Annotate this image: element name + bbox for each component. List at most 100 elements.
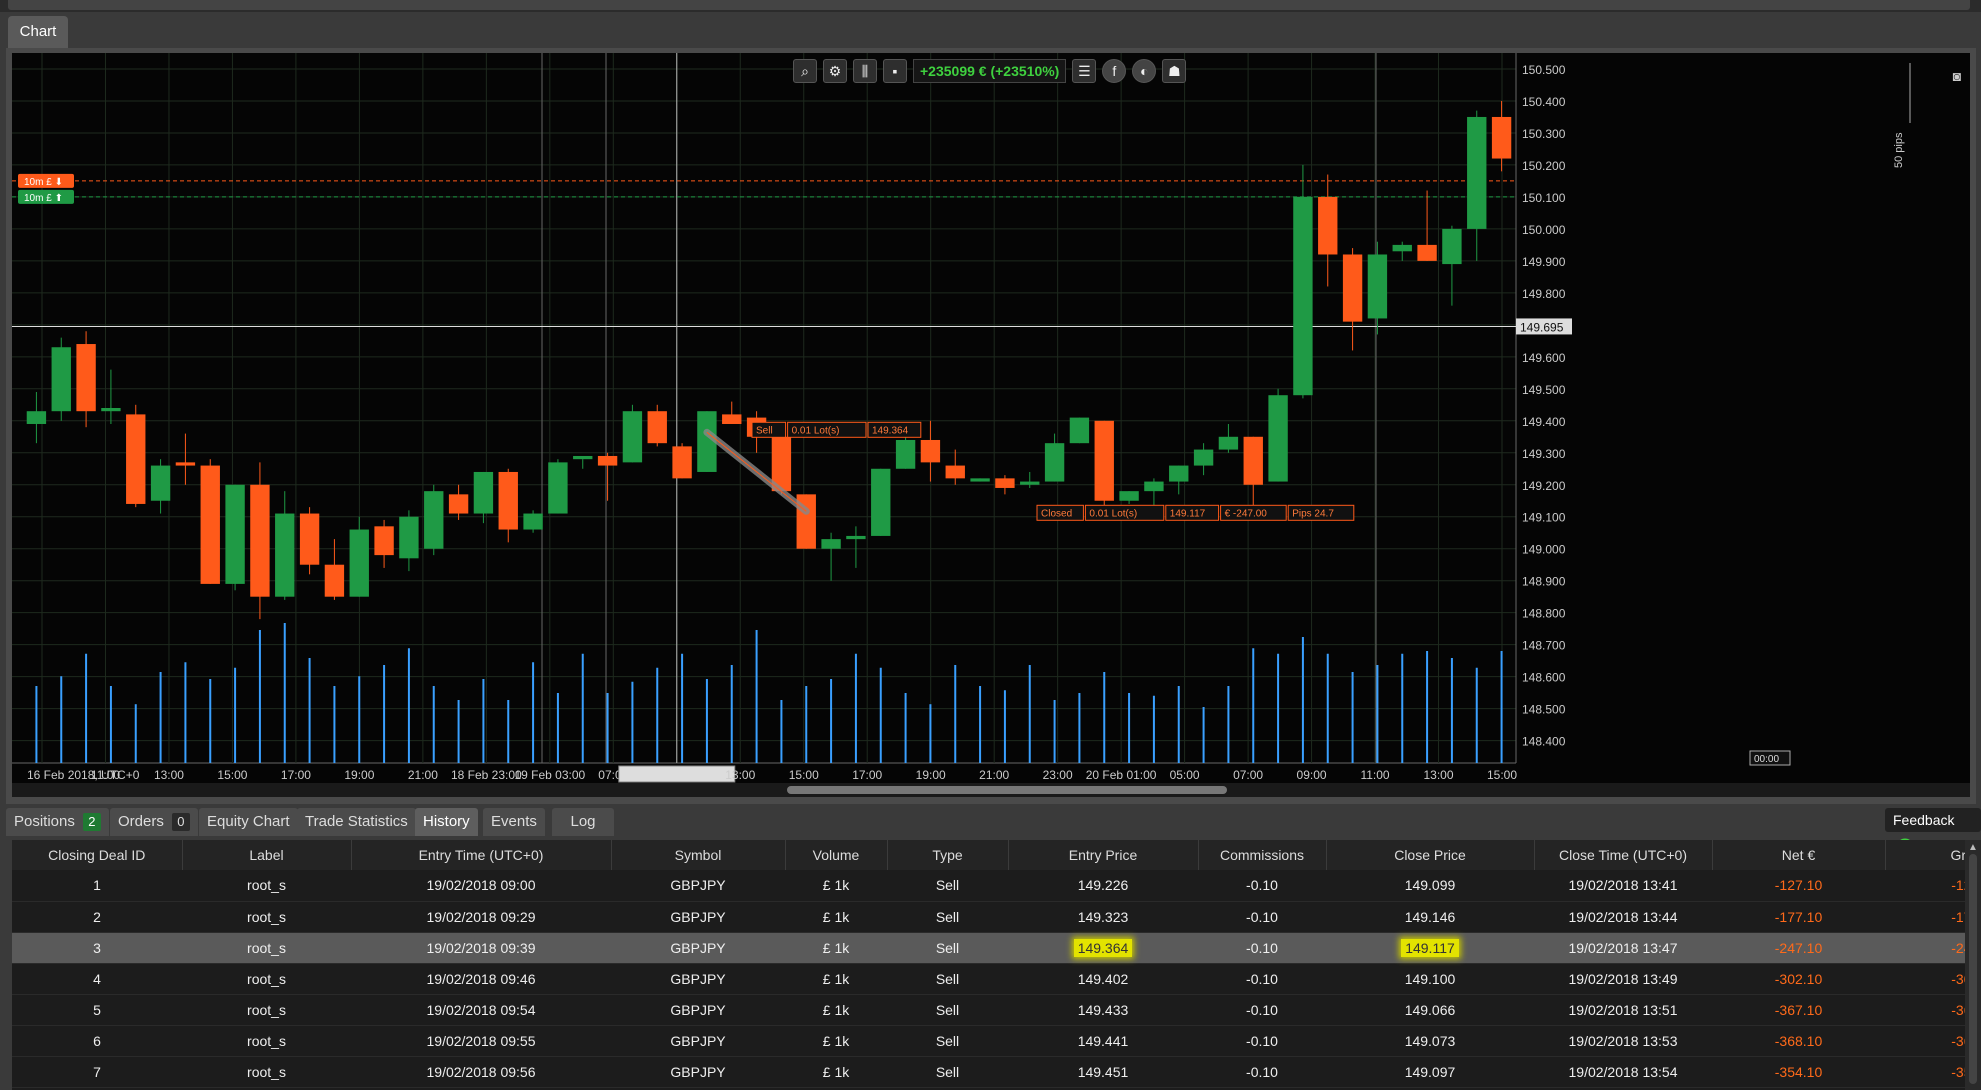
candle-body[interactable] xyxy=(672,446,692,479)
tab-trade-statistics[interactable]: Trade Statistics xyxy=(297,808,416,836)
table-cell: 19/02/2018 13:44 xyxy=(1534,901,1712,933)
candle-body[interactable] xyxy=(275,513,295,597)
candle-body[interactable] xyxy=(250,484,270,597)
candle-body[interactable] xyxy=(970,478,990,482)
candle-body[interactable] xyxy=(647,411,667,444)
column-header[interactable]: Volume xyxy=(785,840,888,870)
tab-positions[interactable]: Positions 2 xyxy=(6,808,109,836)
zoom-icon[interactable]: ⌕ xyxy=(793,59,817,83)
feedback-button[interactable]: Feedback🗩 xyxy=(1885,808,1981,852)
column-header[interactable]: Net € xyxy=(1712,840,1886,870)
candle-body[interactable] xyxy=(1417,244,1437,261)
chart-horizontal-scrollbar[interactable] xyxy=(12,783,1970,797)
candle-body[interactable] xyxy=(1144,481,1164,492)
candle-body[interactable] xyxy=(175,462,196,466)
candle-body[interactable] xyxy=(374,526,394,556)
candle-body[interactable] xyxy=(995,478,1015,488)
table-row[interactable]: 3 root_s 19/02/2018 09:39 GBPJPY £ 1k Sell 149… xyxy=(12,932,1981,964)
candle-body[interactable] xyxy=(1467,116,1487,229)
candle-body[interactable] xyxy=(1193,449,1214,466)
candle-body[interactable] xyxy=(126,414,146,504)
candle-body[interactable] xyxy=(1268,395,1288,482)
candle-body[interactable] xyxy=(1491,116,1512,159)
candle-body[interactable] xyxy=(1069,417,1090,444)
share-icon[interactable]: ◐ xyxy=(1132,59,1157,83)
table-row[interactable]: 7 root_s 19/02/2018 09:56 GBPJPY £ 1k Sell 149… xyxy=(12,1056,1981,1088)
candle-body[interactable] xyxy=(101,408,121,412)
candle-body[interactable] xyxy=(448,494,469,514)
table-vertical-scrollbar[interactable]: ▲ xyxy=(1965,840,1981,1090)
candle-body[interactable] xyxy=(399,516,419,559)
column-header[interactable]: Symbol xyxy=(611,840,786,870)
candle-body[interactable] xyxy=(51,347,71,412)
candle-body[interactable] xyxy=(722,414,742,424)
column-header[interactable]: Type xyxy=(887,840,1009,870)
tab-chart[interactable]: Chart xyxy=(8,16,68,48)
candle-body[interactable] xyxy=(821,539,841,549)
table-row[interactable]: 2 root_s 19/02/2018 09:29 GBPJPY £ 1k Sell 149… xyxy=(12,901,1981,933)
settings-icon[interactable]: ⚙ xyxy=(823,59,847,83)
candle-body[interactable] xyxy=(349,529,369,597)
candle-body[interactable] xyxy=(76,344,96,412)
table-row[interactable]: 1 root_s 19/02/2018 09:00 GBPJPY £ 1k Sell 149… xyxy=(12,870,1981,902)
candle-body[interactable] xyxy=(1119,491,1139,501)
candle-body[interactable] xyxy=(622,411,643,463)
candle-body[interactable] xyxy=(1169,465,1189,482)
candle-body[interactable] xyxy=(424,491,444,549)
candle-body[interactable] xyxy=(1044,443,1065,482)
candle-body[interactable] xyxy=(1218,436,1239,450)
price-chart[interactable]: 150.500 150.400 150.300 150.200 150.100 150.0… xyxy=(12,53,1970,783)
tab-events[interactable]: Events xyxy=(483,808,545,836)
scrollbar-thumb[interactable] xyxy=(1969,854,1977,1084)
tab-log[interactable]: Log xyxy=(552,808,614,836)
candle-body[interactable] xyxy=(200,465,220,584)
candle-body[interactable] xyxy=(920,439,941,463)
candle-body[interactable] xyxy=(1243,436,1263,485)
candle-body[interactable] xyxy=(573,455,593,460)
column-header[interactable]: Entry Time (UTC+0) xyxy=(351,840,612,870)
y-tick-label: 149.200 xyxy=(1522,479,1566,493)
candle-body[interactable] xyxy=(523,513,543,530)
candle-body[interactable] xyxy=(225,484,245,584)
column-header[interactable]: Close Price xyxy=(1326,840,1535,870)
candles-icon[interactable]: ⫼ xyxy=(853,59,877,83)
candle-body[interactable] xyxy=(548,462,568,514)
candle-body[interactable] xyxy=(1318,196,1338,255)
table-row[interactable]: 6 root_s 19/02/2018 09:55 GBPJPY £ 1k Sell 149… xyxy=(12,1025,1981,1057)
candle-body[interactable] xyxy=(871,468,891,536)
candle-body[interactable] xyxy=(1367,254,1388,319)
column-header[interactable]: Label xyxy=(182,840,352,870)
candle-body[interactable] xyxy=(324,564,345,597)
scrollbar-thumb[interactable] xyxy=(787,786,1227,794)
column-header[interactable]: Close Time (UTC+0) xyxy=(1534,840,1713,870)
candle-body[interactable] xyxy=(1392,244,1412,252)
candle-body[interactable] xyxy=(150,465,171,501)
tab-equity-chart[interactable]: Equity Chart xyxy=(199,808,298,836)
candle-body[interactable] xyxy=(1342,254,1363,322)
facebook-icon[interactable]: f xyxy=(1102,59,1127,83)
candle-body[interactable] xyxy=(473,471,494,514)
list-icon[interactable]: ☰ xyxy=(1072,59,1097,83)
candle-body[interactable] xyxy=(498,471,518,530)
candle-body[interactable] xyxy=(1293,196,1313,396)
candle-body[interactable] xyxy=(1442,228,1462,265)
column-header[interactable]: Closing Deal ID xyxy=(12,840,183,870)
candle-body[interactable] xyxy=(26,411,47,424)
candle-body[interactable] xyxy=(1020,481,1040,485)
tab-history[interactable]: History xyxy=(415,808,478,836)
column-header[interactable]: Commissions xyxy=(1198,840,1327,870)
camera-icon[interactable]: ◙ xyxy=(1946,68,1968,86)
candle-body[interactable] xyxy=(299,513,320,565)
candle-body[interactable] xyxy=(1094,420,1114,501)
table-row[interactable]: 4 root_s 19/02/2018 09:46 GBPJPY £ 1k Sell 149… xyxy=(12,963,1981,995)
column-header[interactable]: Entry Price xyxy=(1008,840,1199,870)
table-row[interactable]: 5 root_s 19/02/2018 09:54 GBPJPY £ 1k Sell 149… xyxy=(12,994,1981,1026)
candle-body[interactable] xyxy=(945,465,965,479)
flag-icon[interactable]: ▪ xyxy=(883,59,907,83)
person-icon[interactable]: ☗ xyxy=(1162,59,1187,83)
candle-body[interactable] xyxy=(597,455,618,466)
scroll-up-icon[interactable]: ▲ xyxy=(1968,842,1978,853)
tab-orders[interactable]: Orders 0 xyxy=(110,808,198,836)
candle-body[interactable] xyxy=(846,535,866,540)
candle-body[interactable] xyxy=(895,439,916,469)
